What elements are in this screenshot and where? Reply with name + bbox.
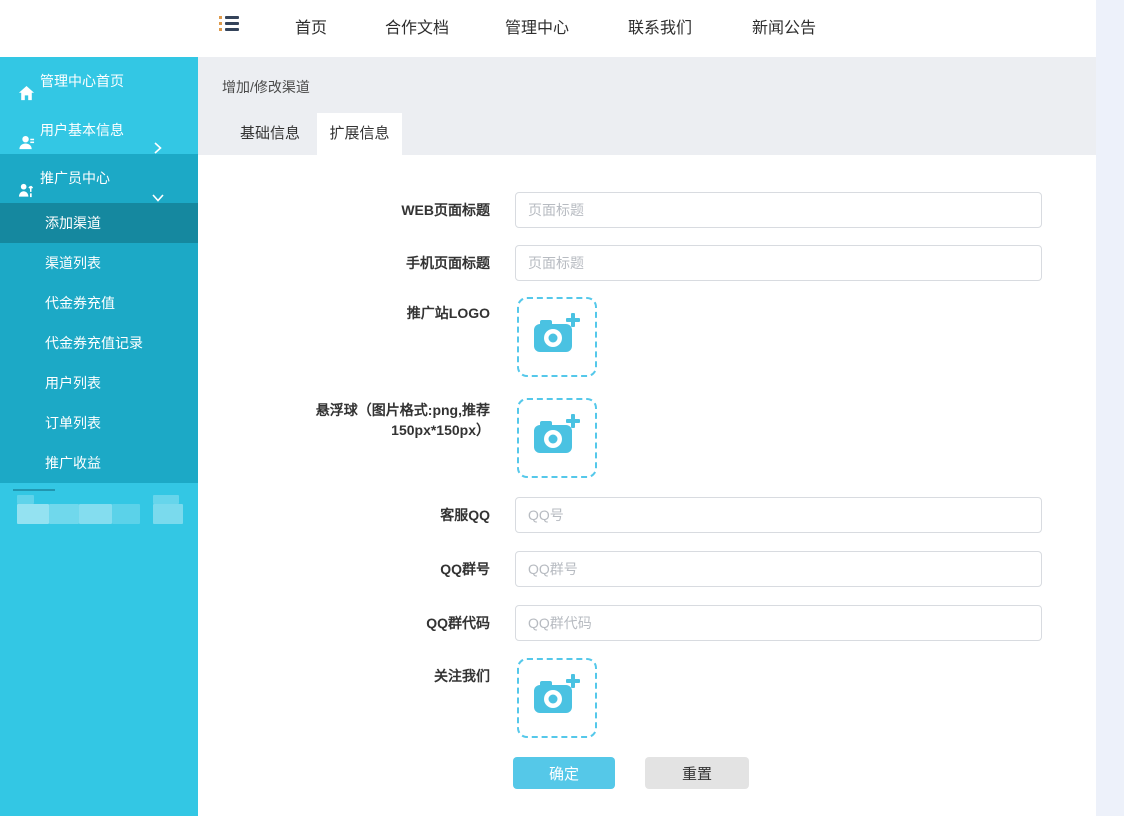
subitem-label: 订单列表 [45,403,101,443]
confirm-button[interactable]: 确定 [513,757,615,789]
sidebar-item-admin-home[interactable]: 管理中心首页 [0,57,198,106]
sidebar-subitem-voucher-recharge[interactable]: 代金券充值 [0,283,198,323]
field-label-site-logo: 推广站LOGO [290,303,490,323]
sidebar-item-promoter-center[interactable]: 推广员中心 [0,154,198,203]
sidebar-item-user-info[interactable]: 用户基本信息 [0,106,198,155]
subitem-label: 用户列表 [45,363,101,403]
camera-plus-icon [533,672,581,725]
qq-group-input[interactable] [515,551,1042,587]
tab-basic-info[interactable]: 基础信息 [220,113,320,155]
chevron-right-icon [152,125,164,137]
nav-docs[interactable]: 合作文档 [385,0,449,57]
mobile-title-input[interactable] [515,245,1042,281]
promoter-icon [18,170,35,187]
sidebar-item-label: 用户基本信息 [40,106,124,155]
sidebar-subitem-promo-earnings[interactable]: 推广收益 [0,443,198,483]
sidebar: 管理中心首页 用户基本信息 推广员中心 添加渠道 渠道列表 代金券充值 代金券充… [0,57,198,816]
sidebar-subitem-voucher-records[interactable]: 代金券充值记录 [0,323,198,363]
sidebar-group-promoter: 推广员中心 添加渠道 渠道列表 代金券充值 代金券充值记录 用户列表 订单列表 … [0,154,198,483]
top-bar: 首页 合作文档 管理中心 联系我们 新闻公告 [0,0,1096,57]
menu-list-icon[interactable] [219,15,241,33]
user-icon [18,122,35,139]
float-ball-upload-box[interactable] [517,398,597,478]
breadcrumb: 增加/修改渠道 [222,77,310,97]
subitem-label: 推广收益 [45,443,101,483]
field-label-mobile-title: 手机页面标题 [290,245,490,281]
reset-button[interactable]: 重置 [645,757,749,789]
service-qq-input[interactable] [515,497,1042,533]
redacted-item [0,482,198,592]
field-label-qq-group: QQ群号 [290,551,490,587]
subitem-label: 添加渠道 [45,203,101,243]
sidebar-subitem-user-list[interactable]: 用户列表 [0,363,198,403]
field-label-web-title: WEB页面标题 [290,192,490,228]
sidebar-subitem-add-channel[interactable]: 添加渠道 [0,203,198,243]
camera-plus-icon [533,311,581,364]
web-title-input[interactable] [515,192,1042,228]
camera-plus-icon [533,412,581,465]
sidebar-item-label: 管理中心首页 [40,57,124,106]
follow-us-upload-box[interactable] [517,658,597,738]
qq-group-code-input[interactable] [515,605,1042,641]
sidebar-subitem-channel-list[interactable]: 渠道列表 [0,243,198,283]
field-label-service-qq: 客服QQ [290,497,490,533]
nav-admin-center[interactable]: 管理中心 [505,0,569,57]
sidebar-subitem-order-list[interactable]: 订单列表 [0,403,198,443]
sidebar-item-label: 推广员中心 [40,154,110,203]
field-label-qq-group-code: QQ群代码 [290,605,490,641]
subitem-label: 代金券充值 [45,283,115,323]
nav-contact[interactable]: 联系我们 [628,0,692,57]
form-panel: WEB页面标题 手机页面标题 推广站LOGO 悬浮球（图片格式:png,推荐 1… [198,155,1096,816]
logo-upload-box[interactable] [517,297,597,377]
chevron-down-icon [152,175,164,187]
subitem-label: 渠道列表 [45,243,101,283]
tab-extended-info[interactable]: 扩展信息 [317,113,402,155]
field-label-follow-us: 关注我们 [290,666,490,686]
nav-home[interactable]: 首页 [295,0,327,57]
home-icon [18,73,35,90]
nav-news[interactable]: 新闻公告 [752,0,816,57]
subitem-label: 代金券充值记录 [45,323,143,363]
field-label-float-ball: 悬浮球（图片格式:png,推荐 150px*150px） [290,400,490,440]
content-header: 增加/修改渠道 基础信息 扩展信息 [198,57,1096,155]
